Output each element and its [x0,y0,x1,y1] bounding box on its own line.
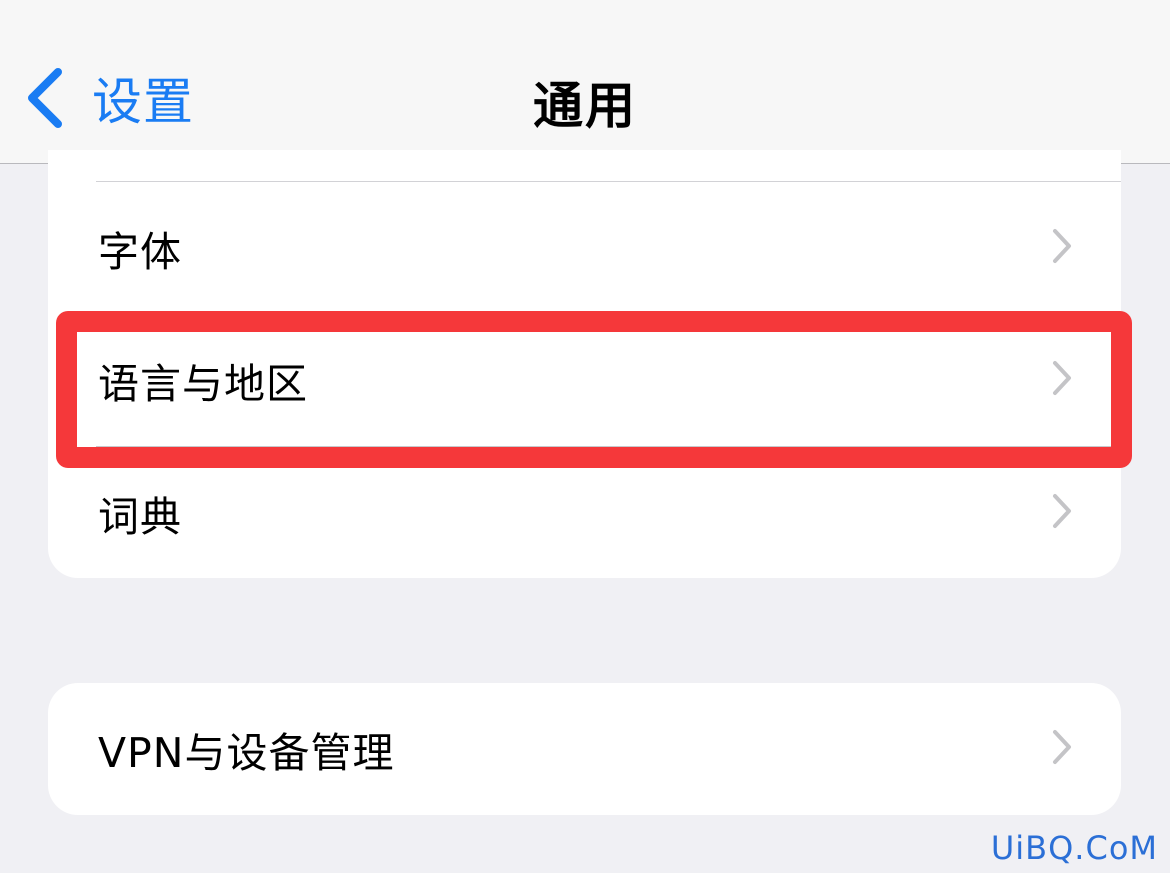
row-label: VPN与设备管理 [98,729,395,777]
chevron-right-icon [1051,729,1073,769]
row-fonts[interactable]: 字体 [48,182,1121,314]
chevron-right-icon [1051,493,1073,533]
row-label: 字体 [98,228,182,276]
highlight-box [56,311,1132,468]
row-vpn-device-management[interactable]: VPN与设备管理 [48,683,1121,815]
row-label: 词典 [98,492,182,541]
chevron-right-icon [1051,228,1073,268]
page-title: 通用 [533,77,637,135]
settings-group: VPN与设备管理 [48,683,1121,815]
watermark: UiBQ.CoM [990,829,1158,867]
navigation-bar: 设置 通用 [0,0,1170,164]
